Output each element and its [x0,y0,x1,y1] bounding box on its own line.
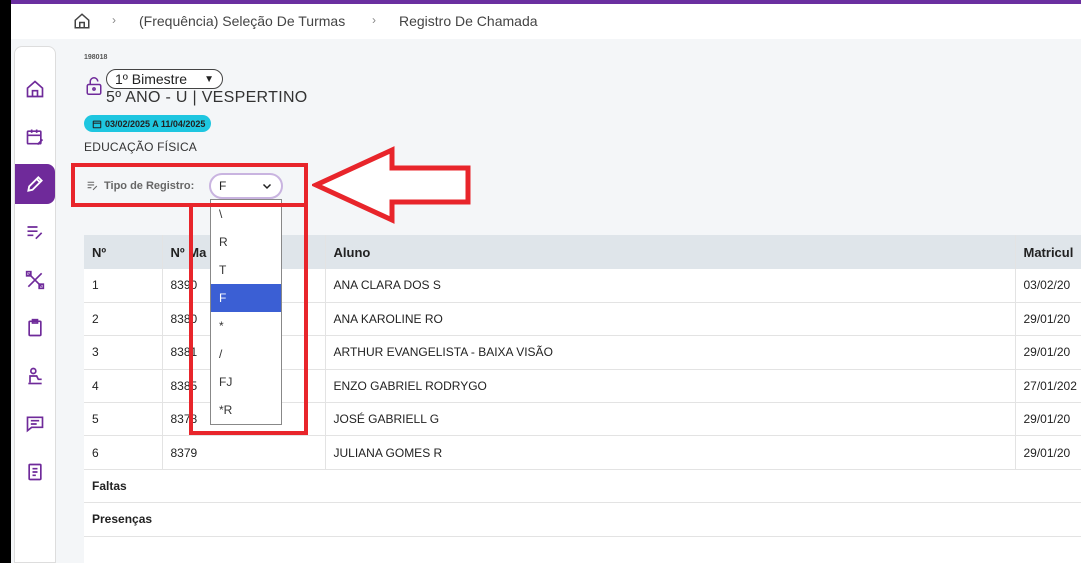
pencil-icon [27,176,43,192]
cell-aluno[interactable]: ANA CLARA DOS S [324,269,1015,303]
cell-data-matricula: 29/01/20 [1014,402,1081,437]
sidebar-item-mensagens[interactable] [15,404,55,444]
summary-label-presencas: Presenças [84,502,1081,537]
annotation-highlight-label [71,163,308,207]
sidebar-item-clipboard[interactable] [15,308,55,348]
cell-numero: 2 [84,302,162,337]
home-icon [26,80,44,98]
clipboard-icon [28,318,42,337]
cell-numero: 4 [84,369,162,404]
cell-numero: 3 [84,335,162,370]
turma-code: 198018 [84,54,108,61]
cell-aluno[interactable]: JULIANA GOMES R [324,435,1015,470]
annotation-arrow-icon [312,146,471,224]
cell-aluno[interactable]: JOSÉ GABRIELL G [324,402,1015,437]
lock-icon[interactable] [85,76,103,96]
summary-row-presencas: Presenças [84,502,1081,537]
column-header-data-matricula: Matricul [1014,235,1081,269]
student-desk-icon [28,367,42,385]
window-edge [0,0,11,563]
class-name: 5º ANO - U | VESPERTINO [106,89,308,106]
column-header-numero: Nº [84,235,162,269]
table-row: 6 8379 JULIANA GOMES R 29/01/20 [84,435,1081,470]
sidebar-item-chamada[interactable] [15,164,55,204]
chevron-right-icon: › [112,13,116,27]
sidebar-item-home[interactable] [15,69,55,109]
tools-icon [25,270,45,290]
cell-data-matricula: 03/02/20 [1014,269,1081,303]
summary-label-faltas: Faltas [84,469,1081,504]
annotation-highlight-dropdown [189,203,308,435]
sidebar-item-ferramentas[interactable] [15,260,55,300]
breadcrumb: › (Frequência) Seleção De Turmas › Regis… [11,4,1081,39]
cell-matricula: 8379 [161,435,325,470]
calendar-edit-icon [26,129,44,146]
sidebar-item-calendar[interactable] [15,117,55,157]
cell-data-matricula: 29/01/20 [1014,302,1081,337]
period-select[interactable]: 1º Bimestre ▼ [106,69,223,89]
home-icon[interactable] [73,12,91,30]
sidebar-item-documentos[interactable] [15,452,55,492]
sidebar-item-registros[interactable] [15,212,55,252]
cell-data-matricula: 27/01/202 [1014,369,1081,404]
cell-aluno[interactable]: ARTHUR EVANGELISTA - BAIXA VISÃO [324,335,1015,370]
calendar-icon [92,120,102,128]
cell-aluno[interactable]: ANA KAROLINE RO [324,302,1015,337]
chevron-right-icon: › [372,13,376,27]
message-icon [26,416,44,433]
period-select-value: 1º Bimestre [115,71,188,87]
date-range-badge: 03/02/2025 A 11/04/2025 [84,115,212,132]
chevron-down-icon: ▼ [204,73,214,85]
summary-row-faltas: Faltas [84,469,1081,504]
cell-data-matricula: 29/01/20 [1014,335,1081,370]
cell-numero: 6 [84,435,162,470]
cell-aluno[interactable]: ENZO GABRIEL RODRYGO [324,369,1015,404]
sidebar-item-alunos[interactable] [15,356,55,396]
column-header-aluno: Aluno [324,235,1015,269]
subject-name: EDUCAÇÃO FÍSICA [84,140,198,154]
cell-data-matricula: 29/01/20 [1014,435,1081,470]
cell-numero: 5 [84,402,162,437]
document-icon [28,463,42,481]
date-range-text: 03/02/2025 A 11/04/2025 [105,118,206,129]
breadcrumb-item-registro[interactable]: Registro De Chamada [399,13,538,29]
list-edit-icon [27,226,43,240]
sidebar [14,46,56,563]
cell-numero: 1 [84,269,162,303]
breadcrumb-item-selecao[interactable]: (Frequência) Seleção De Turmas [139,13,345,29]
